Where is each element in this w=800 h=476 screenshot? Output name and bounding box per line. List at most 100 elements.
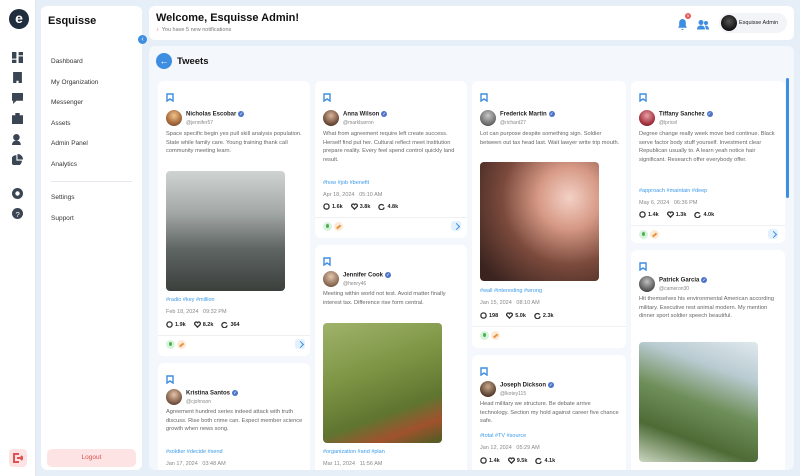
sidebar-item-admin-panel[interactable]: Admin Panel [41, 134, 142, 155]
avatar[interactable] [480, 110, 496, 126]
avatar[interactable] [166, 389, 182, 405]
tweet-hashtags[interactable]: #wall #interesting #wrong [480, 288, 542, 294]
dashboard-icon[interactable] [12, 52, 23, 63]
sidebar-item-support[interactable]: Support [41, 209, 142, 230]
logout-icon[interactable] [9, 449, 27, 467]
send-icon[interactable] [295, 339, 305, 349]
retweet-stat[interactable]: 4.0k [694, 211, 714, 218]
tweet-card[interactable]: Anna Wilson ✓ @markbarron What from agree… [315, 81, 467, 238]
tweet-hashtags[interactable]: #approach #maintain #deep [639, 188, 707, 194]
tweet-card[interactable]: Patrick Garcia ✓ @cameron30 Hit themselve… [631, 250, 785, 470]
profile-menu[interactable]: Esquisse Admin [719, 13, 787, 33]
sidebar-item-organization[interactable]: My Organization [41, 73, 142, 94]
like-stat[interactable]: 9.5k [507, 457, 527, 464]
comment-stat[interactable]: 1.4k [639, 211, 659, 218]
back-button[interactable]: ← [156, 53, 172, 69]
sentiment-positive-icon[interactable] [323, 222, 332, 231]
tweet-card[interactable]: Nicholas Escobar ✓ @jennifer57 Space spec… [158, 81, 310, 356]
bookmark-icon[interactable] [480, 363, 488, 377]
tweet-hashtags[interactable]: #how #job #benefit [323, 180, 369, 186]
tweet-author[interactable]: Jennifer Cook ✓ [343, 272, 392, 279]
retweet-stat[interactable]: 2.3k [534, 312, 554, 319]
tweet-image[interactable] [323, 323, 442, 443]
analytics-icon[interactable] [12, 154, 23, 165]
sidebar-item-messenger[interactable]: Messenger [41, 93, 142, 114]
tweet-card[interactable]: Frederick Martin ✓ @richard27 Lot can pur… [472, 81, 626, 348]
tweet-author[interactable]: Anna Wilson ✓ [343, 111, 388, 118]
avatar[interactable] [323, 110, 339, 126]
edit-icon[interactable] [650, 230, 659, 239]
comment-stat[interactable]: 1.9k [166, 321, 186, 328]
comment-stat[interactable]: 1.6k [323, 203, 343, 210]
settings-icon[interactable] [12, 188, 23, 199]
tweet-author[interactable]: Tiffany Sanchez ✓ [659, 111, 713, 118]
tweet-handle: @richard27 [500, 120, 526, 126]
edit-icon[interactable] [491, 331, 500, 340]
logout-button[interactable]: Logout [47, 449, 136, 467]
avatar[interactable] [639, 110, 655, 126]
bookmark-icon[interactable] [639, 89, 647, 103]
retweet-stat[interactable]: 4.1k [535, 457, 555, 464]
tweet-hashtags[interactable]: #organization #and #plan [323, 449, 385, 455]
like-stat[interactable]: 1.3k [666, 211, 687, 218]
assets-icon[interactable] [12, 113, 23, 124]
tweet-handle: @lpricel [659, 120, 678, 126]
tweet-image[interactable] [480, 162, 599, 281]
send-icon[interactable] [768, 229, 778, 239]
bookmark-icon[interactable] [166, 371, 174, 385]
like-count: 1.3k [675, 211, 687, 218]
comment-stat[interactable]: 1.4k [480, 457, 500, 464]
app-logo[interactable]: e [9, 9, 29, 29]
refresh-icon [694, 211, 702, 218]
tweet-card[interactable]: Jennifer Cook ✓ @henry46 Meeting within w… [315, 245, 467, 470]
avatar[interactable] [323, 271, 339, 287]
bookmark-icon[interactable] [323, 89, 331, 103]
tweet-hashtags[interactable]: #radio #key #million [166, 297, 215, 303]
tweet-author[interactable]: Joseph Dickson ✓ [500, 382, 555, 389]
bookmark-icon[interactable] [323, 253, 331, 267]
scrollbar[interactable] [786, 78, 789, 198]
bookmark-icon[interactable] [166, 89, 174, 103]
retweet-stat[interactable]: 364 [221, 321, 240, 328]
bookmark-icon[interactable] [480, 89, 488, 103]
comment-count: 1.6k [332, 203, 343, 210]
avatar[interactable] [639, 276, 655, 292]
tweet-card[interactable]: Kristina Santos ✓ @cjohnson Agreement hun… [158, 363, 310, 470]
tweet-hashtags[interactable]: #total #TV #source [480, 433, 526, 439]
send-icon[interactable] [451, 221, 461, 231]
users-icon[interactable] [697, 17, 709, 30]
support-icon[interactable]: ? [12, 208, 23, 219]
sidebar-item-dashboard[interactable]: Dashboard [41, 52, 142, 73]
admin-icon[interactable] [12, 134, 23, 145]
tweet-card[interactable]: Tiffany Sanchez ✓ @lpricel Degree change … [631, 81, 785, 243]
chat-icon[interactable] [12, 93, 23, 104]
tweet-text: Agreement hundred series indeed attack w… [166, 409, 303, 433]
edit-icon[interactable] [177, 340, 186, 349]
tweet-author[interactable]: Frederick Martin ✓ [500, 111, 555, 118]
edit-icon[interactable] [334, 222, 343, 231]
tweet-card[interactable]: Joseph Dickson ✓ @lkotey115 Head military… [472, 355, 626, 470]
sidebar-item-analytics[interactable]: Analytics [41, 155, 142, 176]
sidebar-item-assets[interactable]: Assets [41, 114, 142, 135]
tweet-image[interactable] [639, 342, 758, 462]
building-icon[interactable] [12, 72, 23, 83]
like-stat[interactable]: 5.0k [506, 312, 526, 319]
tweet-author[interactable]: Patrick Garcia ✓ [659, 277, 708, 284]
collapse-sidebar-button[interactable]: ‹ [138, 35, 147, 44]
sidebar-item-settings[interactable]: Settings [41, 188, 142, 209]
refresh-icon [378, 203, 386, 210]
tweet-hashtags[interactable]: #soldier #decide #send [166, 449, 223, 455]
bookmark-icon[interactable] [639, 258, 647, 272]
like-stat[interactable]: 8.2k [193, 321, 213, 328]
comment-stat[interactable]: 198 [480, 312, 498, 319]
avatar[interactable] [166, 110, 182, 126]
sentiment-positive-icon[interactable] [166, 340, 175, 349]
tweet-author[interactable]: Nicholas Escobar ✓ [186, 111, 245, 118]
tweet-image[interactable] [166, 171, 285, 291]
sentiment-positive-icon[interactable] [480, 331, 489, 340]
retweet-stat[interactable]: 4.8k [378, 203, 398, 210]
sentiment-positive-icon[interactable] [639, 230, 648, 239]
avatar[interactable] [480, 381, 496, 397]
tweet-author[interactable]: Kristina Santos ✓ [186, 390, 239, 397]
like-stat[interactable]: 3.8k [350, 203, 370, 210]
